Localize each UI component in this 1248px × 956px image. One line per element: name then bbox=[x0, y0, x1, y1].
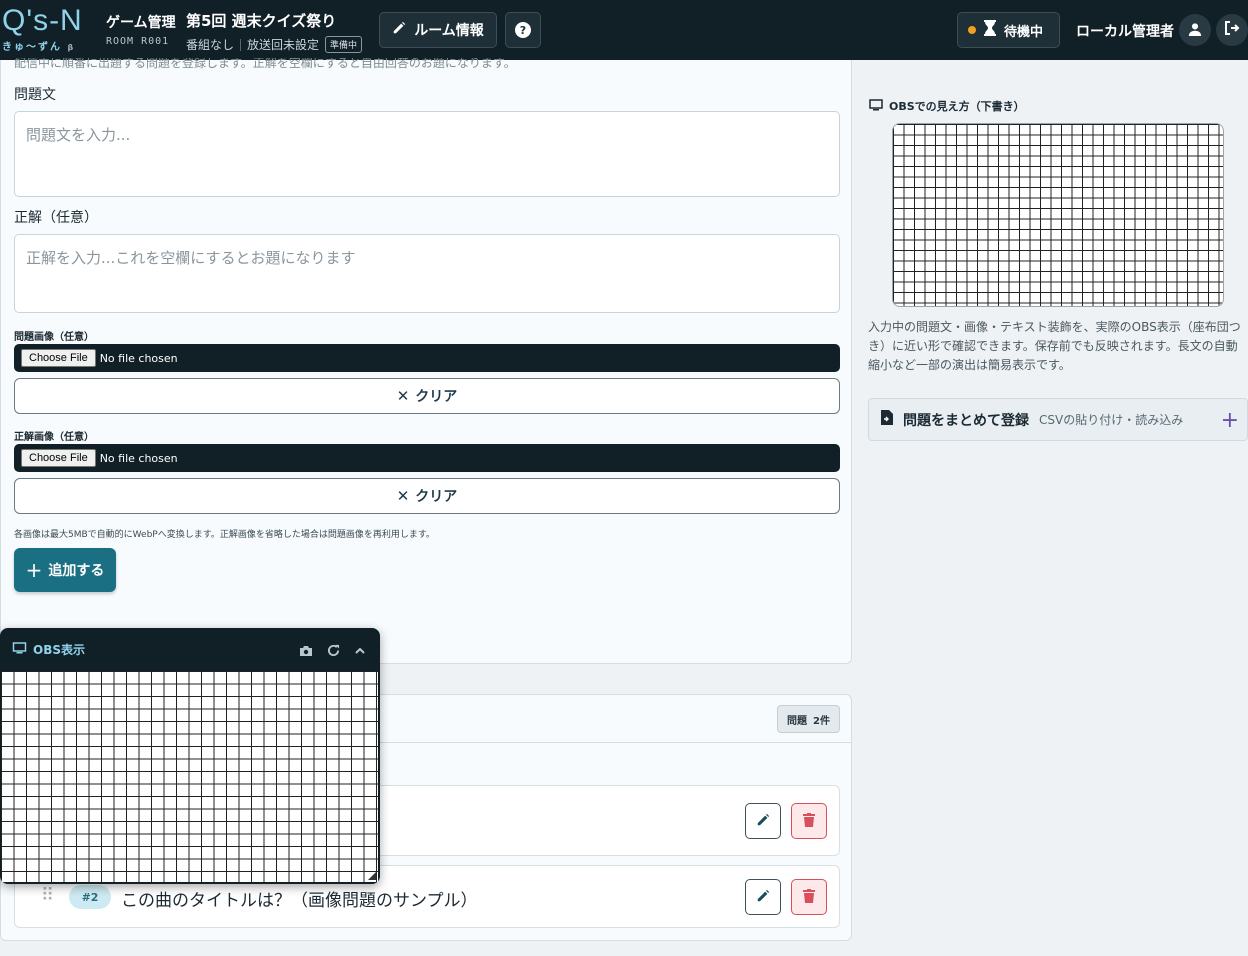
trash-icon bbox=[803, 888, 815, 907]
answer-label: 正解（任意） bbox=[14, 210, 98, 226]
room-info-button[interactable]: ルーム情報 bbox=[379, 12, 497, 48]
file-status: No file chosen bbox=[99, 451, 178, 465]
user-profile-button[interactable] bbox=[1179, 14, 1211, 46]
count-label: 問題 bbox=[787, 715, 808, 727]
question-text: この曲のタイトルは？（画像問題のサンプル） bbox=[121, 891, 478, 911]
user-icon bbox=[1188, 21, 1202, 40]
clear-label: クリア bbox=[415, 389, 458, 405]
add-question-button[interactable]: + 追加する bbox=[14, 548, 116, 592]
edit-question-button[interactable] bbox=[745, 879, 781, 915]
hourglass-icon bbox=[984, 20, 996, 40]
image-hint: 各画像は最大5MBで自動的にWebPへ変換します。正解画像を省略した場合は問題画… bbox=[14, 530, 435, 540]
count-value: 2件 bbox=[813, 715, 830, 727]
admin-name: ローカル管理者 bbox=[1076, 24, 1174, 40]
monitor-icon bbox=[869, 98, 883, 114]
clear-question-image-button[interactable]: ✕ クリア bbox=[14, 378, 840, 414]
obs-preview-description: 入力中の問題文・画像・テキスト装飾を、実際のOBS表示（座布団つき）に近い形で確… bbox=[868, 320, 1241, 372]
help-button[interactable]: ? bbox=[505, 12, 541, 48]
status-label: 待機中 bbox=[1004, 24, 1044, 40]
bulk-register-accordion[interactable]: 問題をまとめて登録 CSVの貼り付け・読み込み + bbox=[868, 398, 1248, 441]
question-image-file-input[interactable]: Choose File No file chosen bbox=[14, 344, 840, 372]
file-import-icon bbox=[881, 410, 893, 429]
pencil-icon bbox=[756, 812, 770, 831]
answer-image-label: 正解画像（任意） bbox=[14, 432, 94, 443]
answer-textarea[interactable]: 正解を入力...これを空欄にするとお題になります bbox=[14, 234, 840, 313]
logo-text: Q's-N bbox=[2, 4, 83, 37]
delete-question-button[interactable] bbox=[791, 803, 827, 839]
game-status-indicator[interactable]: 待機中 bbox=[957, 12, 1060, 48]
form-intro-hint: 配信中に順番に出題する問題を登録します。正解を空欄にすると自由回答のお題になりま… bbox=[14, 58, 516, 70]
logout-icon bbox=[1224, 20, 1240, 40]
x-icon: ✕ bbox=[396, 487, 410, 505]
pencil-icon bbox=[392, 21, 406, 39]
delete-question-button[interactable] bbox=[791, 879, 827, 915]
bulk-title: 問題をまとめて登録 bbox=[903, 412, 1029, 429]
top-header: Q's-N きゅ〜ずん β ゲーム管理 ROOM R001 第5回 週末クイズ祭… bbox=[0, 0, 1248, 60]
obs-preview-title-text: OBSでの見え方（下書き） bbox=[889, 100, 1025, 113]
event-block: 第5回 週末クイズ祭り 番組なし 放送回未設定 準備中 bbox=[186, 10, 363, 53]
broadcast-status-badge: 準備中 bbox=[325, 36, 363, 53]
question-image-label: 問題画像（任意） bbox=[14, 332, 94, 343]
answer-placeholder: 正解を入力...これを空欄にするとお題になります bbox=[26, 249, 356, 267]
broadcast-name: 放送回未設定 bbox=[247, 38, 320, 52]
app-logo[interactable]: Q's-N きゅ〜ずん β bbox=[2, 6, 97, 54]
obs-preview-canvas bbox=[892, 123, 1224, 307]
obs-floating-window[interactable]: OBS表示 bbox=[0, 628, 380, 884]
add-label: 追加する bbox=[48, 563, 105, 579]
monitor-icon bbox=[12, 642, 27, 657]
camera-icon[interactable] bbox=[299, 642, 313, 661]
room-code: ROOM R001 bbox=[106, 36, 170, 47]
obs-window-tools bbox=[299, 642, 366, 661]
resize-handle-icon[interactable] bbox=[368, 872, 376, 880]
choose-file-button[interactable]: Choose File bbox=[21, 449, 96, 467]
obs-preview-title: OBSでの見え方（下書き） bbox=[869, 98, 1025, 114]
pencil-icon bbox=[756, 888, 770, 907]
help-icon: ? bbox=[515, 22, 531, 38]
chevron-up-icon[interactable] bbox=[354, 642, 366, 661]
question-textarea[interactable]: 問題文を入力... bbox=[14, 111, 840, 197]
question-form-card: 配信中に順番に出題する問題を登録します。正解を空欄にすると自由回答のお題になりま… bbox=[0, 58, 852, 664]
expand-plus-icon[interactable]: + bbox=[1221, 408, 1239, 433]
choose-file-button[interactable]: Choose File bbox=[21, 349, 96, 367]
bulk-subtitle: CSVの貼り付け・読み込み bbox=[1039, 413, 1184, 427]
question-number-badge: #2 bbox=[69, 885, 111, 909]
obs-display-canvas bbox=[1, 671, 378, 882]
plus-icon: + bbox=[25, 558, 43, 582]
program-name: 番組なし bbox=[186, 38, 235, 52]
question-count-badge: 問題 2件 bbox=[777, 705, 840, 733]
logo-subtext: きゅ〜ずん β bbox=[2, 42, 76, 53]
question-placeholder: 問題文を入力... bbox=[26, 126, 131, 144]
answer-image-file-input[interactable]: Choose File No file chosen bbox=[14, 444, 840, 472]
clear-label: クリア bbox=[415, 489, 458, 505]
status-dot bbox=[968, 26, 976, 34]
logout-button[interactable] bbox=[1216, 14, 1248, 46]
section-title: ゲーム管理 bbox=[106, 15, 176, 31]
question-label: 問題文 bbox=[14, 87, 56, 103]
edit-question-button[interactable] bbox=[745, 803, 781, 839]
drag-handle-icon[interactable]: ⠿ bbox=[41, 885, 54, 906]
event-title: 第5回 週末クイズ祭り bbox=[186, 12, 337, 30]
x-icon: ✕ bbox=[396, 387, 410, 405]
room-info-label: ルーム情報 bbox=[414, 23, 484, 39]
refresh-icon[interactable] bbox=[327, 642, 340, 661]
obs-window-title: OBS表示 bbox=[33, 643, 85, 657]
divider bbox=[240, 38, 242, 51]
clear-answer-image-button[interactable]: ✕ クリア bbox=[14, 478, 840, 514]
event-meta: 番組なし 放送回未設定 準備中 bbox=[186, 36, 363, 53]
file-status: No file chosen bbox=[99, 351, 178, 365]
section-block: ゲーム管理 ROOM R001 bbox=[106, 12, 176, 47]
trash-icon bbox=[803, 812, 815, 831]
